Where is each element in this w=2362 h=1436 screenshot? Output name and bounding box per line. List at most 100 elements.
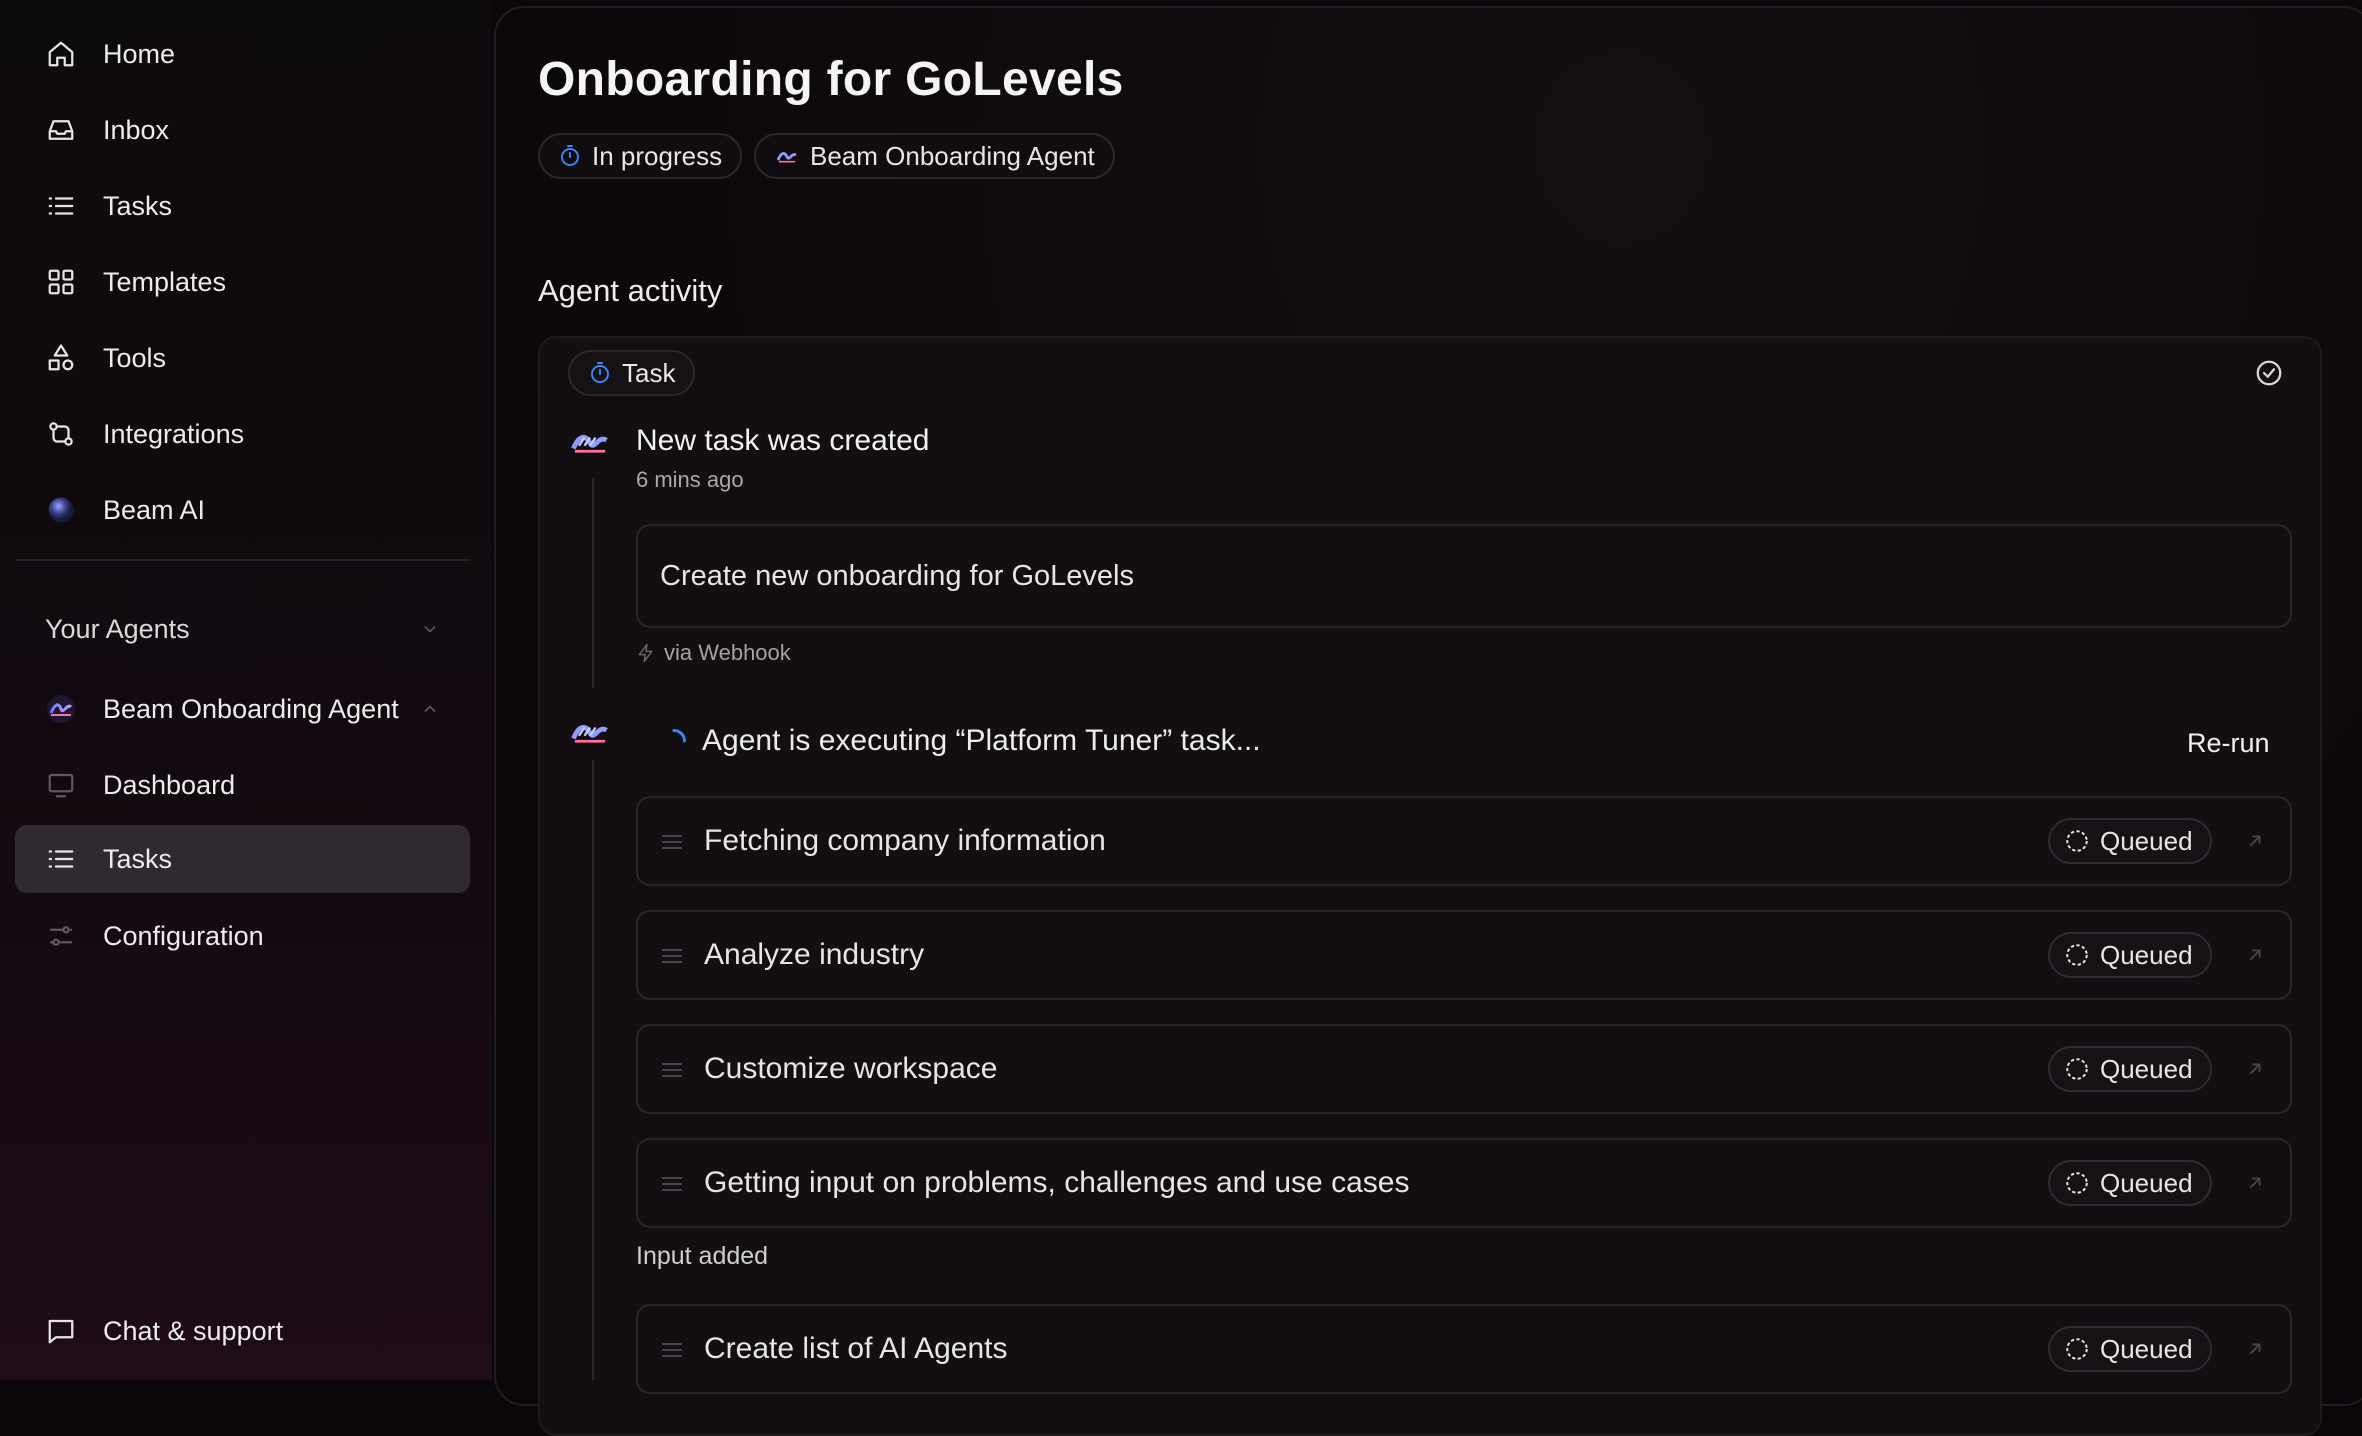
execution-text: Agent is executing “Platform Tuner” task… — [702, 724, 1261, 757]
task-row[interactable]: Analyze industry Queued — [636, 910, 2292, 1000]
loader-dashed-icon — [2064, 1056, 2090, 1082]
sidebar-item-beam-ai[interactable]: Beam AI — [15, 476, 470, 544]
execution-status: Agent is executing “Platform Tuner” task… — [660, 724, 1261, 758]
task-row[interactable]: Customize workspace Queued — [636, 1024, 2292, 1114]
agent-badge[interactable]: Beam Onboarding Agent — [754, 133, 1115, 179]
inbox-icon — [45, 114, 77, 146]
sidebar-item-label: Templates — [103, 266, 227, 297]
chevron-up-icon — [420, 699, 440, 719]
timeline-line — [592, 760, 594, 1380]
status-badge: Queued — [2048, 818, 2212, 864]
sidebar-divider — [15, 559, 470, 561]
message-square-icon — [45, 1315, 77, 1347]
sidebar-item-label: Beam AI — [103, 494, 206, 525]
sidebar-item-label: Tasks — [103, 190, 173, 221]
sidebar-item-tools[interactable]: Tools — [15, 324, 470, 392]
status-badge: Queued — [2048, 1046, 2212, 1092]
status-badge: Queued — [2048, 1160, 2212, 1206]
status-badge: In progress — [538, 133, 743, 179]
drag-handle-icon[interactable] — [660, 1060, 684, 1080]
task-row[interactable]: Getting input on problems, challenges an… — [636, 1138, 2292, 1228]
type-badge: Task — [568, 350, 696, 396]
check-circle-icon[interactable] — [2254, 358, 2284, 388]
task-label: Customize workspace — [704, 1052, 998, 1085]
sidebar-item-label: Dashboard — [103, 769, 236, 800]
timer-icon — [588, 361, 612, 385]
section-label: Your Agents — [45, 613, 190, 644]
sidebar-item-home[interactable]: Home — [15, 20, 470, 88]
git-compare-icon — [45, 418, 77, 450]
timer-icon — [558, 144, 582, 168]
event-time: 6 mins ago — [636, 467, 744, 492]
chat-support-button[interactable]: Chat & support — [15, 1297, 470, 1365]
timeline-line — [592, 478, 594, 688]
sidebar-item-label: Tasks — [103, 843, 173, 874]
page-title: Onboarding for GoLevels — [538, 53, 1124, 106]
task-label: Getting input on problems, challenges an… — [704, 1166, 1410, 1199]
task-row[interactable]: Fetching company information Queued — [636, 796, 2292, 886]
list-icon — [45, 190, 77, 222]
sidebar-item-label: Home — [103, 38, 176, 69]
loader-dashed-icon — [2064, 1170, 2090, 1196]
arrow-up-right-icon[interactable] — [2244, 830, 2266, 852]
sidebar-item-agent-tasks[interactable]: Tasks — [15, 825, 470, 893]
loader-dashed-icon — [2064, 828, 2090, 854]
drag-handle-icon[interactable] — [660, 1340, 684, 1360]
agent-avatar — [568, 711, 612, 755]
chat-support-label: Chat & support — [103, 1315, 284, 1346]
input-added-note: Input added — [636, 1242, 769, 1270]
list-icon — [45, 843, 77, 875]
task-row[interactable]: Create list of AI Agents Queued — [636, 1304, 2292, 1394]
chevron-down-icon — [420, 619, 440, 639]
sliders-icon — [45, 920, 77, 952]
sidebar-item-templates[interactable]: Templates — [15, 248, 470, 316]
arrow-up-right-icon[interactable] — [2244, 1058, 2266, 1080]
drag-handle-icon[interactable] — [660, 832, 684, 852]
home-icon — [45, 38, 77, 70]
rerun-button[interactable]: Re-run — [2187, 728, 2270, 759]
beam-agent-icon — [45, 693, 77, 725]
task-label: Create list of AI Agents — [704, 1332, 1008, 1365]
your-agents-section-toggle[interactable]: Your Agents — [15, 594, 470, 664]
sidebar-item-dashboard[interactable]: Dashboard — [15, 751, 470, 819]
drag-handle-icon[interactable] — [660, 946, 684, 966]
type-label: Task — [622, 357, 676, 388]
sidebar-item-label: Inbox — [103, 114, 170, 145]
status-badge: Queued — [2048, 1326, 2212, 1372]
status-label: Queued — [2100, 1053, 2193, 1084]
sidebar-item-integrations[interactable]: Integrations — [15, 400, 470, 468]
task-message: Create new onboarding for GoLevels — [636, 524, 2292, 628]
grid-icon — [45, 266, 77, 298]
shapes-icon — [45, 342, 77, 374]
zap-icon — [636, 643, 656, 663]
arrow-up-right-icon[interactable] — [2244, 1338, 2266, 1360]
status-label: Queued — [2100, 825, 2193, 856]
loader-dashed-icon — [2064, 942, 2090, 968]
status-label: Queued — [2100, 1333, 2193, 1364]
sidebar-item-inbox[interactable]: Inbox — [15, 96, 470, 164]
event-title: New task was created — [636, 424, 930, 457]
status-label: Queued — [2100, 1167, 2193, 1198]
sidebar-item-tasks[interactable]: Tasks — [15, 172, 470, 240]
sidebar-item-label: Integrations — [103, 418, 245, 449]
status-badge: Queued — [2048, 932, 2212, 978]
source-label: via Webhook — [664, 640, 791, 665]
sidebar-item-label: Configuration — [103, 920, 264, 951]
task-label: Analyze industry — [704, 938, 925, 971]
sidebar-item-label: Tools — [103, 342, 167, 373]
arrow-up-right-icon[interactable] — [2244, 944, 2266, 966]
arrow-up-right-icon[interactable] — [2244, 1172, 2266, 1194]
agent-label: Beam Onboarding Agent — [810, 140, 1095, 171]
beam-orb-icon — [45, 494, 77, 526]
beam-agent-icon — [774, 143, 800, 169]
activity-panel — [538, 336, 2322, 1436]
sidebar-item-configuration[interactable]: Configuration — [15, 902, 470, 970]
sidebar-item-label: Beam Onboarding Agent — [103, 693, 399, 724]
agent-avatar — [568, 421, 612, 465]
status-label: Queued — [2100, 939, 2193, 970]
spinner-icon — [660, 727, 688, 755]
sidebar-agent-beam-onboarding[interactable]: Beam Onboarding Agent — [15, 675, 470, 743]
drag-handle-icon[interactable] — [660, 1174, 684, 1194]
loader-dashed-icon — [2064, 1336, 2090, 1362]
source-note: via Webhook — [636, 640, 791, 666]
